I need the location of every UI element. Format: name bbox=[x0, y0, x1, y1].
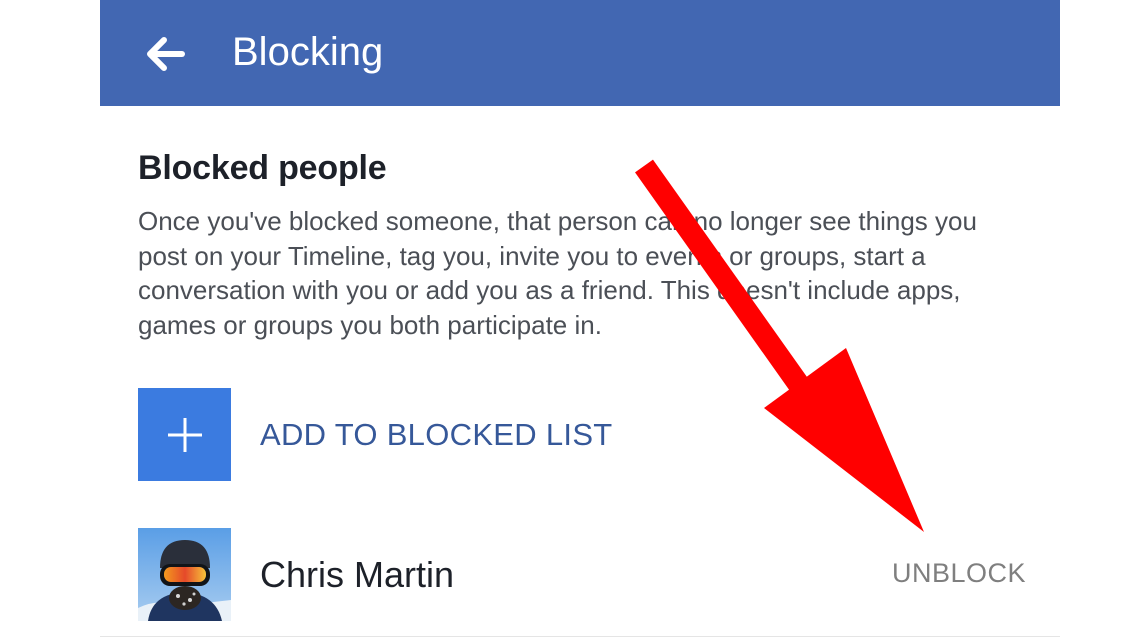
unblock-button[interactable]: UNBLOCK bbox=[892, 558, 1026, 589]
blocked-person-row: Chris Martin UNBLOCK bbox=[138, 528, 1026, 621]
blocking-settings-panel: Blocking Blocked people Once you've bloc… bbox=[100, 0, 1060, 639]
add-tile[interactable] bbox=[138, 388, 231, 481]
page-title: Blocking bbox=[232, 30, 384, 74]
add-to-blocked-list-button[interactable]: ADD TO BLOCKED LIST bbox=[138, 388, 1018, 481]
blocked-people-description: Once you've blocked someone, that person… bbox=[138, 206, 977, 340]
blocked-person-name: Chris Martin bbox=[260, 553, 455, 595]
app-bar: Blocking bbox=[100, 0, 1060, 106]
back-button[interactable] bbox=[138, 26, 194, 82]
screen: Blocking Blocked people Once you've bloc… bbox=[0, 0, 1136, 639]
avatar-photo bbox=[138, 528, 231, 621]
arrow-left-icon bbox=[147, 37, 185, 71]
plus-icon bbox=[167, 417, 202, 452]
add-to-blocked-list-label[interactable]: ADD TO BLOCKED LIST bbox=[260, 417, 613, 453]
blocked-people-heading: Blocked people bbox=[138, 149, 387, 187]
divider bbox=[100, 636, 1060, 637]
avatar bbox=[138, 528, 231, 621]
